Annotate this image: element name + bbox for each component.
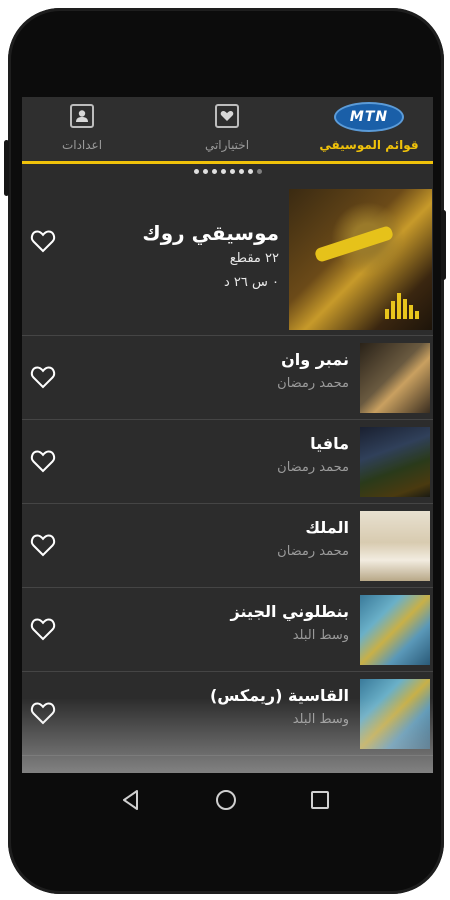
heart-box-icon: [215, 104, 239, 128]
song-artist: محمد رمضان: [277, 544, 349, 559]
page-indicator: [22, 169, 433, 179]
song-row[interactable]: الملك محمد رمضان: [22, 504, 433, 588]
tab-music-playlists[interactable]: MTN قوائم الموسيقي: [312, 97, 426, 161]
user-box-icon: [70, 104, 94, 128]
page-dot: [211, 169, 217, 174]
recents-square-icon[interactable]: [307, 787, 333, 813]
song-row[interactable]: بنطلوني الجينز وسط البلد: [22, 588, 433, 672]
el-malek-cover: [360, 511, 430, 581]
back-triangle-icon[interactable]: [118, 787, 144, 813]
system-nav-bar: [22, 773, 433, 828]
song-title: القاسية (ريمكس): [209, 686, 349, 705]
song-row[interactable]: القاسية (ريمكس) وسط البلد: [22, 672, 433, 756]
page-dot: [247, 169, 253, 174]
number-one-cover: [360, 343, 430, 413]
guitar-shape: [313, 224, 395, 264]
favorite-heart-icon[interactable]: [29, 228, 57, 254]
song-title: نمبر وان: [281, 350, 349, 369]
page-dot: [193, 169, 199, 174]
song-title: بنطلوني الجينز: [230, 602, 350, 621]
featured-title: موسيقي روك: [142, 221, 279, 245]
mtn-logo: MTN: [334, 102, 404, 132]
top-tab-bar: MTN قوائم الموسيقي اختياراتي اعدادات: [22, 97, 433, 164]
page-dot: [229, 169, 235, 174]
page-dot-active: [256, 169, 262, 174]
tab-label-playlists: قوائم الموسيقي: [319, 138, 419, 152]
rock-guitarist-art: [289, 189, 432, 330]
wust-el-balad-cover: [360, 595, 430, 665]
song-row[interactable]: نمبر وان محمد رمضان: [22, 336, 433, 420]
equalizer-graphic: [385, 289, 425, 319]
song-artist: وسط البلد: [292, 628, 349, 643]
song-artist: محمد رمضان: [277, 376, 349, 391]
home-circle-icon[interactable]: [213, 787, 239, 813]
tab-label-settings: اعدادات: [61, 138, 103, 152]
page-dot: [202, 169, 208, 174]
mafia-cover: [360, 427, 430, 497]
song-artist: وسط البلد: [292, 712, 349, 727]
tab-settings[interactable]: اعدادات: [32, 97, 132, 161]
favorite-heart-icon[interactable]: [29, 616, 57, 642]
song-title: الملك: [305, 518, 349, 537]
song-title: مافيا: [310, 434, 349, 453]
page-dot: [220, 169, 226, 174]
song-artist: محمد رمضان: [277, 460, 349, 475]
tab-label-favorites: اختياراتي: [204, 138, 250, 152]
song-row[interactable]: مافيا محمد رمضان: [22, 420, 433, 504]
power-button: [441, 210, 446, 280]
app-screen: MTN قوائم الموسيقي اختياراتي اعدادات موس…: [22, 97, 433, 773]
favorite-heart-icon[interactable]: [29, 364, 57, 390]
volume-button: [4, 140, 9, 196]
favorite-heart-icon[interactable]: [29, 532, 57, 558]
favorite-heart-icon[interactable]: [29, 700, 57, 726]
wust-el-balad-cover: [360, 679, 430, 749]
featured-playlist[interactable]: موسيقي روك ٢٢ مقطع ٠ س ٢٦ د: [22, 183, 433, 336]
page-dot: [238, 169, 244, 174]
featured-duration: ٠ س ٢٦ د: [223, 275, 279, 290]
favorite-heart-icon[interactable]: [29, 448, 57, 474]
tab-my-favorites[interactable]: اختياراتي: [172, 97, 282, 161]
featured-track-count: ٢٢ مقطع: [229, 251, 279, 266]
